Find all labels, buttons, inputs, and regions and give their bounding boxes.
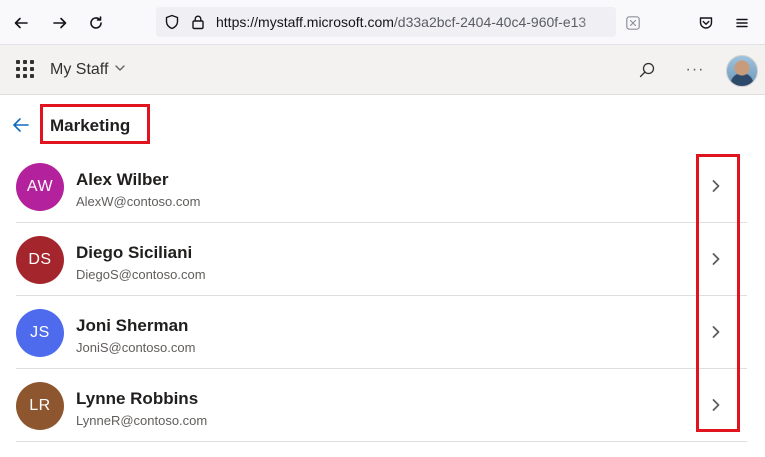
- highlight-box-title: [40, 104, 150, 144]
- chevron-down-icon: [114, 61, 126, 79]
- avatar: JS: [16, 309, 64, 357]
- back-icon[interactable]: [8, 10, 34, 36]
- more-options-icon[interactable]: ···: [684, 59, 706, 81]
- close-icon[interactable]: [620, 10, 646, 36]
- user-avatar[interactable]: [726, 55, 758, 87]
- reload-icon[interactable]: [83, 10, 109, 36]
- person-email: LynneR@contoso.com: [76, 413, 208, 428]
- divider: [16, 441, 747, 442]
- back-arrow-icon[interactable]: [10, 114, 32, 136]
- url-path: /d33a2bcf-2404-40c4-960f-e13: [393, 14, 587, 30]
- person-email: DiegoS@contoso.com: [76, 267, 206, 282]
- lock-icon[interactable]: [190, 14, 206, 35]
- url-text[interactable]: https://mystaff.microsoft.com/d33a2bcf-2…: [216, 14, 610, 30]
- person-row[interactable]: LR Lynne Robbins LynneR@contoso.com: [0, 369, 765, 442]
- app-title-dropdown[interactable]: My Staff: [50, 61, 126, 79]
- search-icon[interactable]: [636, 59, 658, 81]
- highlight-box-chevrons: [696, 154, 740, 432]
- avatar: LR: [16, 382, 64, 430]
- forward-icon[interactable]: [47, 10, 73, 36]
- pocket-icon[interactable]: [693, 10, 719, 36]
- person-name: Lynne Robbins: [76, 389, 199, 408]
- url-host: mystaff.microsoft.com: [258, 14, 394, 30]
- browser-toolbar: https://mystaff.microsoft.com/d33a2bcf-2…: [0, 0, 765, 45]
- app-launcher-icon[interactable]: [16, 60, 34, 78]
- avatar: DS: [16, 236, 64, 284]
- person-row[interactable]: JS Joni Sherman JoniS@contoso.com: [0, 296, 765, 369]
- app-header: My Staff ···: [0, 45, 765, 95]
- person-name: Joni Sherman: [76, 316, 189, 335]
- app-title: My Staff: [50, 61, 109, 78]
- people-list: AW Alex Wilber AlexW@contoso.com DS Dieg…: [0, 150, 765, 442]
- menu-icon[interactable]: [729, 10, 755, 36]
- url-fade: [576, 7, 616, 37]
- person-name: Diego Siciliani: [76, 243, 193, 262]
- person-name: Alex Wilber: [76, 170, 169, 189]
- person-email: JoniS@contoso.com: [76, 340, 196, 355]
- avatar: AW: [16, 163, 64, 211]
- shield-icon[interactable]: [164, 14, 180, 35]
- person-row[interactable]: AW Alex Wilber AlexW@contoso.com: [0, 150, 765, 223]
- url-scheme: https://: [216, 14, 259, 30]
- address-bar[interactable]: https://mystaff.microsoft.com/d33a2bcf-2…: [156, 7, 616, 37]
- person-row[interactable]: DS Diego Siciliani DiegoS@contoso.com: [0, 223, 765, 296]
- person-email: AlexW@contoso.com: [76, 194, 201, 209]
